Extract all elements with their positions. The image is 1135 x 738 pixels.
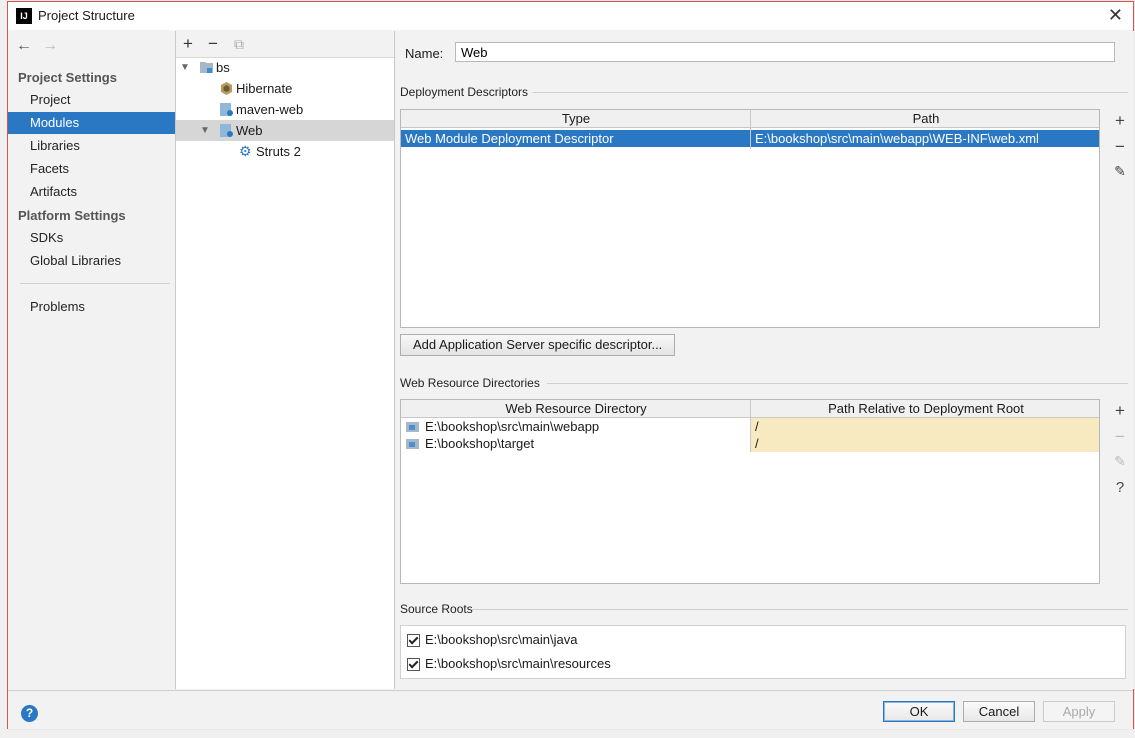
- source-roots-list: E:\bookshop\src\main\java E:\bookshop\sr…: [400, 625, 1126, 679]
- folder-icon: [406, 439, 419, 449]
- title-bar: IJ Project Structure ✕: [8, 2, 1133, 30]
- module-tree-pane: + − ⧉ ▼ bs Hibernate maven-web ▼ Web ⚙ S…: [176, 31, 395, 689]
- descriptor-type-cell: Web Module Deployment Descriptor: [405, 131, 614, 146]
- tree-node-label: Hibernate: [236, 81, 293, 96]
- close-icon[interactable]: ✕: [1108, 5, 1123, 26]
- nav-item-facets[interactable]: Facets: [8, 158, 175, 180]
- project-settings-header: Project Settings: [18, 70, 117, 85]
- resource-side-toolbar: + − ✎ ?: [1108, 401, 1132, 505]
- add-icon[interactable]: +: [183, 34, 193, 54]
- ok-button[interactable]: OK: [883, 701, 955, 722]
- edit-pencil-icon[interactable]: ✎: [1108, 453, 1132, 479]
- help-question-icon[interactable]: ?: [1108, 479, 1132, 505]
- folder-module-icon: [200, 62, 213, 73]
- forward-arrow-icon[interactable]: →: [42, 37, 58, 54]
- nav-item-modules[interactable]: Modules: [8, 112, 175, 134]
- help-icon[interactable]: ?: [21, 705, 38, 722]
- platform-settings-header: Platform Settings: [18, 208, 126, 223]
- nav-item-artifacts[interactable]: Artifacts: [8, 181, 175, 203]
- column-divider: [750, 110, 751, 149]
- gear-icon: ⚙: [239, 143, 252, 159]
- add-icon[interactable]: +: [1108, 111, 1132, 137]
- edit-pencil-icon[interactable]: ✎: [1108, 163, 1132, 189]
- nav-item-project[interactable]: Project: [8, 89, 175, 111]
- web-facet-editor: Name: Deployment Descriptors Type Path W…: [395, 31, 1134, 689]
- tree-toolbar: + − ⧉: [176, 31, 394, 58]
- folder-icon: [406, 422, 419, 432]
- group-divider: [533, 92, 1128, 93]
- tree-node-bs[interactable]: ▼ bs: [176, 57, 394, 78]
- remove-icon[interactable]: −: [1108, 137, 1132, 163]
- relative-path-cell[interactable]: /: [751, 418, 1099, 435]
- web-facet-icon: [220, 103, 233, 116]
- nav-arrows: ← →: [16, 37, 68, 55]
- tree-node-hibernate[interactable]: Hibernate: [176, 78, 394, 99]
- name-label: Name:: [405, 46, 444, 61]
- source-roots-title: Source Roots: [400, 602, 473, 616]
- apply-button[interactable]: Apply: [1043, 701, 1115, 722]
- tree-node-label: Web: [236, 123, 263, 138]
- web-resource-directories-title: Web Resource Directories: [400, 376, 540, 390]
- resource-dir-cell: E:\bookshop\target: [425, 436, 535, 451]
- remove-icon[interactable]: −: [1108, 427, 1132, 453]
- resource-dir-cell: E:\bookshop\src\main\webapp: [425, 419, 600, 434]
- tree-node-struts2[interactable]: ⚙ Struts 2: [176, 141, 394, 162]
- column-divider: [750, 400, 751, 452]
- back-arrow-icon[interactable]: ←: [16, 37, 32, 54]
- cancel-button[interactable]: Cancel: [963, 701, 1035, 722]
- add-server-descriptor-button[interactable]: Add Application Server specific descript…: [400, 334, 676, 356]
- descriptor-side-toolbar: + − ✎: [1108, 111, 1132, 189]
- source-root-label: E:\bookshop\src\main\resources: [425, 656, 611, 671]
- background-bottom: [0, 730, 1135, 738]
- settings-nav: ← → Project Settings Project Modules Libr…: [8, 31, 176, 689]
- column-header-relative-path[interactable]: Path Relative to Deployment Root: [751, 400, 1101, 417]
- nav-item-problems[interactable]: Problems: [8, 296, 175, 318]
- dialog-button-bar: ? OK Cancel Apply: [8, 690, 1133, 729]
- project-structure-dialog: IJ Project Structure ✕ ← → Project Settin…: [7, 1, 1134, 729]
- column-header-type[interactable]: Type: [401, 110, 751, 127]
- deployment-descriptors-title: Deployment Descriptors: [400, 85, 529, 99]
- tree-node-label: bs: [216, 60, 230, 75]
- deployment-descriptors-table[interactable]: Type Path Web Module Deployment Descript…: [400, 109, 1100, 328]
- source-root-checkbox[interactable]: [407, 658, 420, 671]
- window-title: Project Structure: [38, 8, 135, 23]
- add-icon[interactable]: +: [1108, 401, 1132, 427]
- chevron-down-icon[interactable]: ▼: [200, 120, 210, 141]
- intellij-app-icon: IJ: [16, 8, 32, 24]
- nav-item-libraries[interactable]: Libraries: [8, 135, 175, 157]
- source-root-label: E:\bookshop\src\main\java: [425, 632, 578, 647]
- tree-node-label: maven-web: [236, 102, 304, 117]
- descriptor-path-cell: E:\bookshop\src\main\webapp\WEB-INF\web.…: [755, 131, 1039, 146]
- column-header-web-resource-directory[interactable]: Web Resource Directory: [401, 400, 751, 417]
- tree-node-maven-web[interactable]: maven-web: [176, 99, 394, 120]
- source-root-checkbox[interactable]: [407, 634, 420, 647]
- tree-node-label: Struts 2: [256, 144, 301, 159]
- tree-node-web[interactable]: ▼ Web: [176, 120, 394, 141]
- web-facet-icon: [220, 124, 233, 137]
- group-divider: [471, 609, 1128, 610]
- name-input[interactable]: [455, 42, 1115, 62]
- copy-icon[interactable]: ⧉: [234, 36, 244, 53]
- nav-divider: [20, 283, 170, 284]
- nav-item-sdks[interactable]: SDKs: [8, 227, 175, 249]
- chevron-down-icon[interactable]: ▼: [180, 57, 190, 78]
- nav-item-global-libraries[interactable]: Global Libraries: [8, 250, 175, 272]
- group-divider: [547, 383, 1128, 384]
- hibernate-icon: [221, 82, 232, 95]
- web-resource-directories-table[interactable]: Web Resource Directory Path Relative to …: [400, 399, 1100, 584]
- remove-icon[interactable]: −: [208, 34, 218, 54]
- relative-path-cell[interactable]: /: [751, 435, 1099, 452]
- column-header-path[interactable]: Path: [751, 110, 1101, 127]
